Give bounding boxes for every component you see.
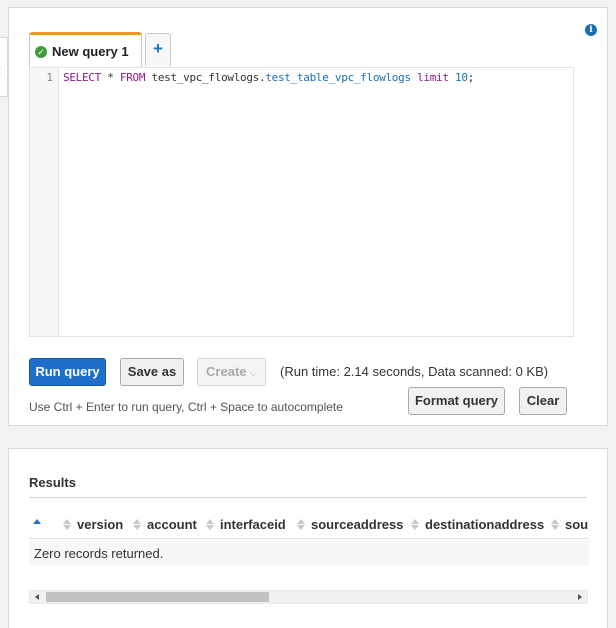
query-editor-panel: i ✓ New query 1 + 1 SELECT * FROM test_v… (8, 7, 608, 426)
clear-button[interactable]: Clear (519, 387, 567, 415)
keyword-from: FROM (119, 71, 146, 84)
sort-icon (33, 519, 41, 530)
database-name: test_vpc_flowlogs. (145, 71, 266, 84)
table-header: version account interfaceid sourceaddres… (29, 507, 589, 539)
plus-icon: + (153, 39, 163, 58)
token-star: * (100, 71, 120, 84)
code-line[interactable]: SELECT * FROM test_vpc_flowlogs.test_tab… (63, 71, 474, 84)
column-header-interfaceid[interactable]: interfaceid (206, 517, 286, 532)
column-label: account (147, 517, 197, 532)
row-sort-header[interactable] (33, 517, 47, 532)
results-title: Results (29, 475, 76, 490)
empty-results-message: Zero records returned. (29, 540, 589, 566)
create-label: Create (206, 364, 247, 379)
horizontal-scrollbar[interactable] (29, 590, 588, 604)
column-label: sourceaddress (311, 517, 404, 532)
sql-editor[interactable]: 1 SELECT * FROM test_vpc_flowlogs.test_t… (29, 67, 574, 337)
keyword-limit: limit (410, 71, 456, 84)
add-tab-button[interactable]: + (145, 33, 171, 66)
column-label: destinationaddress (425, 517, 545, 532)
sort-icon (297, 519, 305, 530)
column-label: interfaceid (220, 517, 286, 532)
scroll-left-icon[interactable] (35, 594, 39, 600)
sort-icon (411, 519, 419, 530)
save-as-button[interactable]: Save as (120, 358, 184, 386)
limit-value: 10 (455, 71, 468, 84)
run-query-button[interactable]: Run query (29, 358, 106, 386)
column-header-sourceaddress[interactable]: sourceaddress (297, 517, 404, 532)
tab-new-query-1[interactable]: ✓ New query 1 (29, 32, 142, 67)
tab-label: New query 1 (52, 44, 129, 59)
column-label: sou (565, 517, 589, 532)
column-header-sou[interactable]: sou (551, 517, 588, 532)
table-name: test_table_vpc_flowlogs (265, 71, 411, 84)
column-header-account[interactable]: account (133, 517, 197, 532)
scroll-right-icon[interactable] (578, 594, 582, 600)
results-panel: Results version account interfaceid sour… (8, 448, 608, 628)
line-gutter: 1 (30, 68, 59, 336)
line-number: 1 (46, 71, 53, 84)
side-panel-toggle[interactable]: ‹ (0, 37, 8, 97)
semicolon: ; (467, 71, 475, 84)
chevron-down-icon: ⌵ (250, 368, 257, 378)
keyboard-hint: Use Ctrl + Enter to run query, Ctrl + Sp… (29, 400, 343, 414)
column-header-destinationaddress[interactable]: destinationaddress (411, 517, 544, 532)
run-time-status: (Run time: 2.14 seconds, Data scanned: 0… (280, 364, 549, 379)
check-circle-icon: ✓ (35, 46, 47, 58)
keyword-select: SELECT (63, 71, 101, 84)
column-header-version[interactable]: version (63, 517, 123, 532)
sort-icon (133, 519, 141, 530)
format-query-button[interactable]: Format query (408, 387, 505, 415)
scrollbar-thumb[interactable] (46, 592, 269, 602)
sort-icon (206, 519, 214, 530)
chevron-left-icon: ‹ (0, 63, 1, 77)
divider (29, 497, 587, 498)
results-table: version account interfaceid sourceaddres… (29, 507, 589, 567)
sort-icon (551, 519, 559, 530)
create-dropdown-button[interactable]: Create ⌵ (197, 358, 266, 386)
column-label: version (77, 517, 124, 532)
sort-icon (63, 519, 71, 530)
info-icon[interactable]: i (585, 24, 597, 36)
